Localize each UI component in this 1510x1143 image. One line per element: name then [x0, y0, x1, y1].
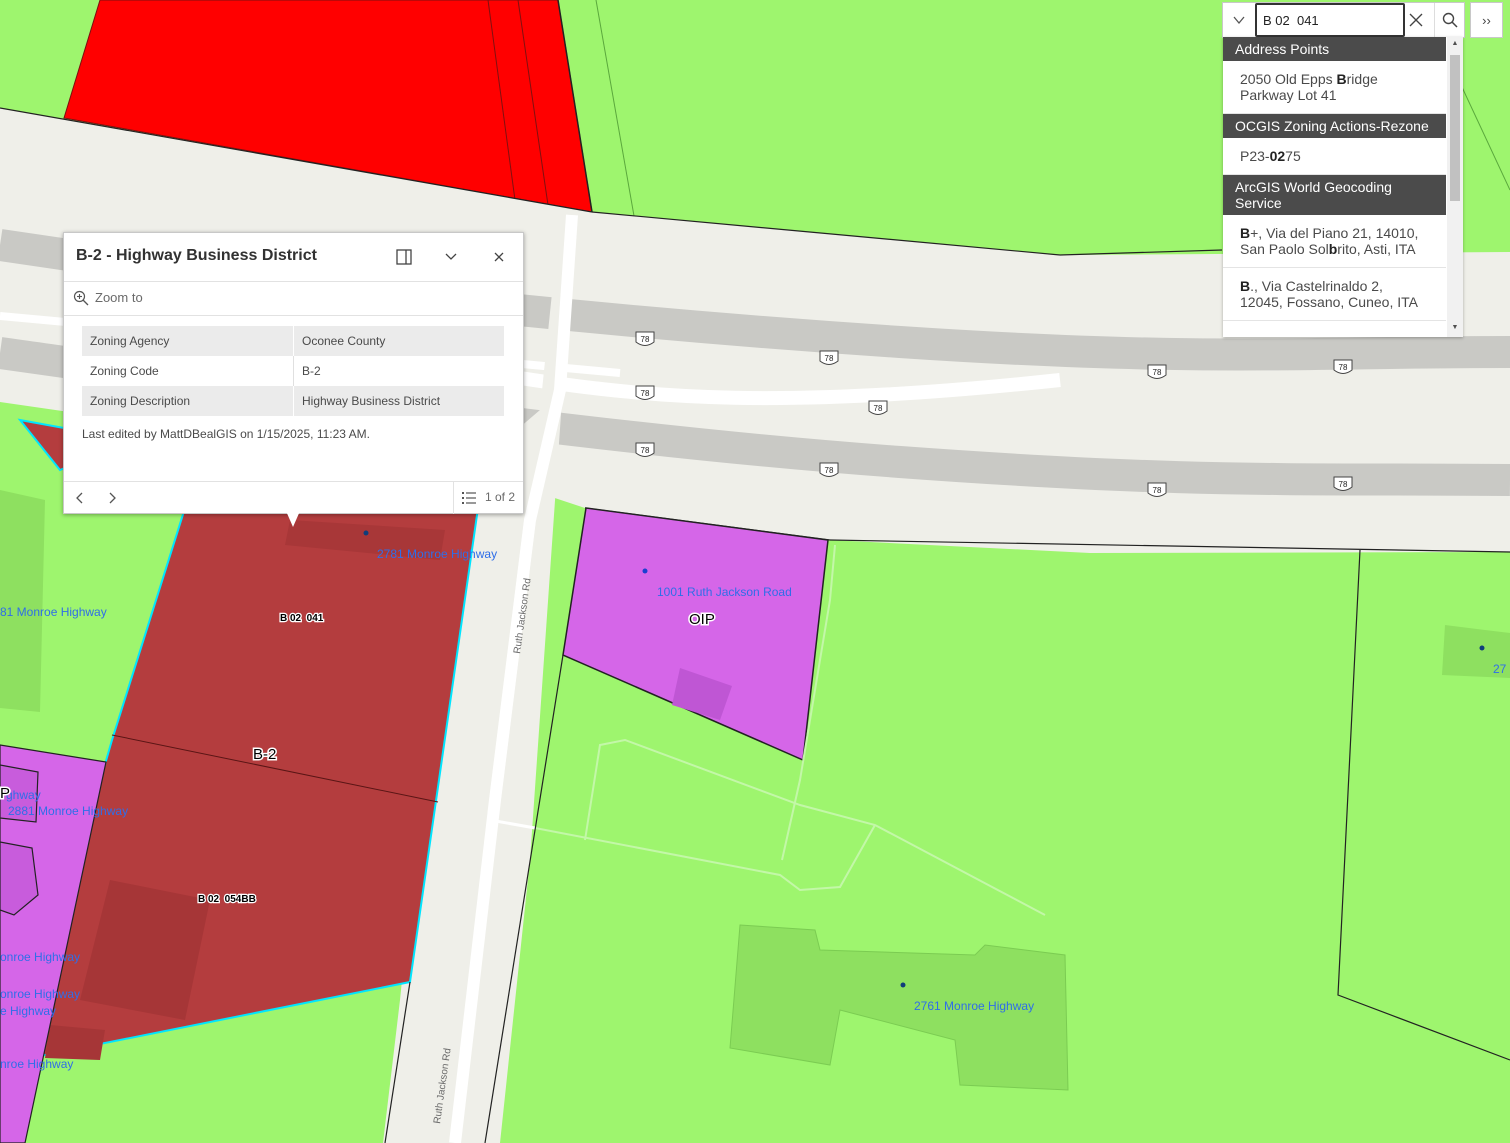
building-footprint: [45, 1025, 105, 1060]
suggestion-item[interactable]: B+, Via del Piano 21, 14010, San Paolo S…: [1223, 215, 1446, 268]
expand-button[interactable]: ››: [1470, 2, 1503, 38]
zoom-to-label: Zoom to: [95, 290, 143, 305]
zoom-to-button[interactable]: Zoom to: [64, 282, 523, 316]
highway-shield: 78: [1333, 359, 1353, 374]
dock-icon[interactable]: [392, 245, 416, 269]
previous-icon[interactable]: [70, 488, 90, 508]
attribute-value: Oconee County: [293, 326, 504, 356]
highway-shield: 78: [868, 400, 888, 415]
parcel-label: B 02 041: [280, 613, 324, 624]
popup-footer: 1 of 2: [64, 481, 523, 514]
search-input[interactable]: [1255, 3, 1405, 37]
suggestion-group-header: Address Points: [1223, 37, 1446, 61]
highway-shield-label: 78: [874, 404, 883, 413]
suggestion-item[interactable]: P23-0275: [1223, 138, 1446, 175]
highway-shield-label: 78: [641, 389, 650, 398]
address-label: 81 Monroe Highway: [0, 605, 107, 619]
attribute-key: Zoning Code: [82, 356, 294, 386]
feature-count: 1 of 2: [485, 490, 516, 504]
highway-shield: 78: [1333, 476, 1353, 491]
footer-divider: [453, 482, 454, 514]
highway-shield-label: 78: [825, 466, 834, 475]
source-dropdown-icon[interactable]: [1223, 3, 1255, 37]
attribute-value: B-2: [293, 356, 504, 386]
address-point[interactable]: [1479, 645, 1485, 651]
table-row: Zoning Description Highway Business Distr…: [82, 386, 504, 416]
address-label: 1001 Ruth Jackson Road: [657, 585, 792, 599]
scroll-up-icon[interactable]: ▲: [1449, 40, 1461, 50]
building-footprint: [0, 490, 45, 712]
next-icon[interactable]: [102, 488, 122, 508]
attribute-key: Zoning Description: [82, 386, 294, 416]
highway-shield: 78: [1147, 364, 1167, 379]
address-label: nroe Highway: [0, 1057, 73, 1071]
highway-shield-label: 78: [641, 335, 650, 344]
attribute-table: Zoning Agency Oconee County Zoning Code B-…: [82, 326, 504, 416]
address-label: 2761 Monroe Highway: [914, 999, 1034, 1013]
address-label: 2881 Monroe Highway: [8, 804, 128, 818]
search-suggestions: Address Points 2050 Old Epps Bridge Parkw…: [1223, 37, 1463, 337]
close-icon[interactable]: [487, 245, 511, 269]
search-icon[interactable]: [1434, 3, 1465, 37]
attribute-key: Zoning Agency: [82, 326, 294, 356]
address-point[interactable]: [642, 568, 648, 574]
zone-label-b2: B-2: [253, 746, 276, 763]
highway-shield: 78: [635, 385, 655, 400]
search-widget: [1222, 2, 1465, 38]
highway-shield: 78: [1147, 482, 1167, 497]
address-label: onroe Highway: [0, 950, 80, 964]
scroll-down-icon[interactable]: ▼: [1449, 324, 1461, 334]
collapse-icon[interactable]: [439, 245, 463, 269]
parcel-label: B 02 054BB: [198, 894, 256, 905]
suggestion-group-header: OCGIS Zoning Actions-Rezone: [1223, 114, 1446, 138]
highway-shield: 78: [635, 442, 655, 457]
highway-shield-label: 78: [1339, 363, 1348, 372]
last-edited-info: Last edited by MattDBealGIS on 1/15/2025…: [82, 427, 370, 441]
suggestion-group-header: ArcGIS World Geocoding Service: [1223, 175, 1446, 215]
clear-icon[interactable]: [1404, 8, 1428, 32]
highway-shield-label: 78: [641, 446, 650, 455]
zone-label-p: P: [0, 785, 10, 802]
suggestion-item[interactable]: B., Via Castelrinaldo 2, 12045, Fossano,…: [1223, 268, 1446, 321]
suggestion-list: Address Points 2050 Old Epps Bridge Parkw…: [1223, 37, 1463, 321]
popup-header: B-2 - Highway Business District: [64, 233, 523, 282]
attribute-value: Highway Business District: [293, 386, 504, 416]
suggestion-item[interactable]: 2050 Old Epps Bridge Parkway Lot 41: [1223, 61, 1446, 114]
address-label: onroe Highway: [0, 987, 80, 1001]
address-label: e Highway: [0, 1004, 56, 1018]
address-label: ghway: [6, 788, 41, 802]
highway-shield: 78: [819, 462, 839, 477]
feature-list-icon[interactable]: [461, 490, 477, 511]
highway-shield-label: 78: [1153, 368, 1162, 377]
zone-label-oip: OIP: [689, 611, 715, 628]
scrollbar-thumb[interactable]: [1450, 55, 1460, 201]
highway-shield-label: 78: [1339, 480, 1348, 489]
address-label: 27: [1493, 662, 1507, 676]
highway-shield-label: 78: [1153, 486, 1162, 495]
highway-shield: 78: [635, 331, 655, 346]
popup-title: B-2 - Highway Business District: [76, 247, 317, 264]
highway-shield-label: 78: [825, 354, 834, 363]
table-row: Zoning Code B-2: [82, 356, 504, 386]
address-point[interactable]: [900, 982, 906, 988]
table-row: Zoning Agency Oconee County: [82, 326, 504, 356]
address-label: 2781 Monroe Highway: [377, 547, 497, 561]
address-point[interactable]: [363, 530, 369, 536]
highway-shield: 78: [819, 350, 839, 365]
zoom-to-icon: [73, 290, 89, 311]
popup-pointer: [286, 511, 300, 527]
feature-popup: B-2 - Highway Business District Zoom to …: [63, 232, 524, 514]
